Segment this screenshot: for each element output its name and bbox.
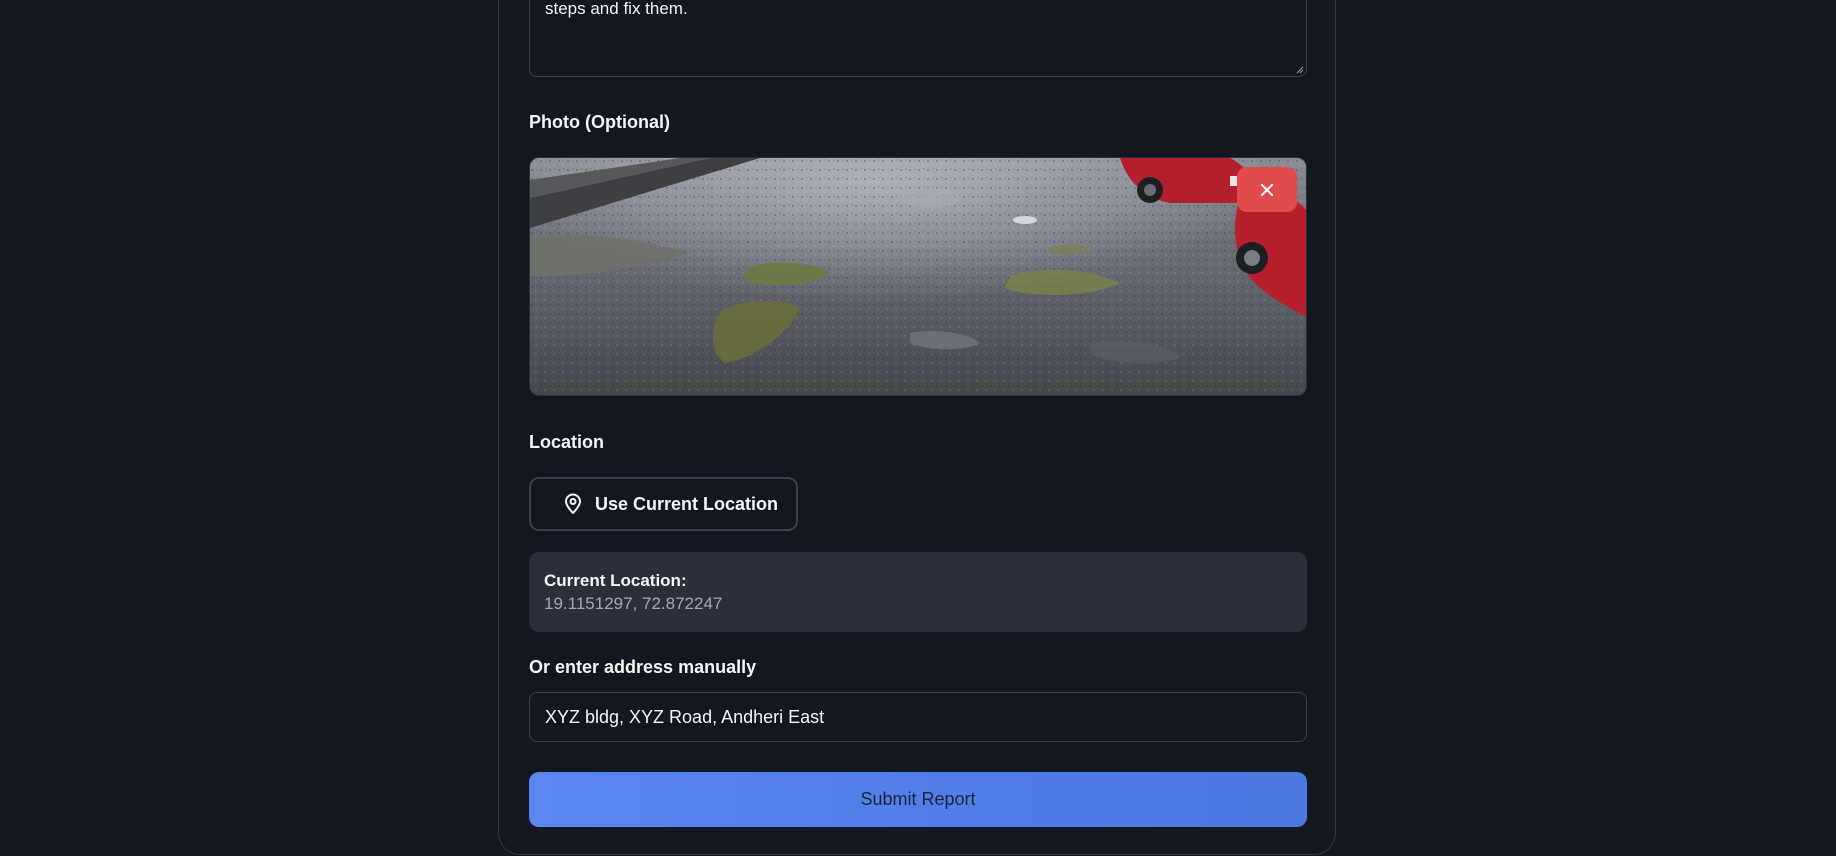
- use-current-location-button[interactable]: Use Current Location: [529, 477, 798, 531]
- uploaded-photo: [529, 157, 1307, 396]
- manual-address-input[interactable]: [529, 692, 1307, 742]
- remove-photo-button[interactable]: [1237, 167, 1297, 212]
- current-location-panel: Current Location: 19.1151297, 72.872247: [529, 552, 1307, 632]
- photo-label: Photo (Optional): [529, 112, 670, 132]
- location-label: Location: [529, 432, 604, 452]
- use-current-location-label: Use Current Location: [595, 493, 779, 514]
- resize-grip-icon[interactable]: [1296, 66, 1304, 74]
- road-photo-image: [530, 158, 1306, 395]
- current-location-title: Current Location:: [544, 571, 687, 590]
- manual-address-label: Or enter address manually: [529, 657, 757, 677]
- description-text: steps and fix them.: [545, 0, 688, 18]
- description-textarea[interactable]: steps and fix them.: [529, 0, 1307, 77]
- current-location-coordinates: 19.1151297, 72.872247: [544, 594, 723, 613]
- map-pin-icon: [565, 493, 581, 514]
- submit-report-button[interactable]: Submit Report: [529, 772, 1307, 827]
- close-icon: [1261, 183, 1273, 196]
